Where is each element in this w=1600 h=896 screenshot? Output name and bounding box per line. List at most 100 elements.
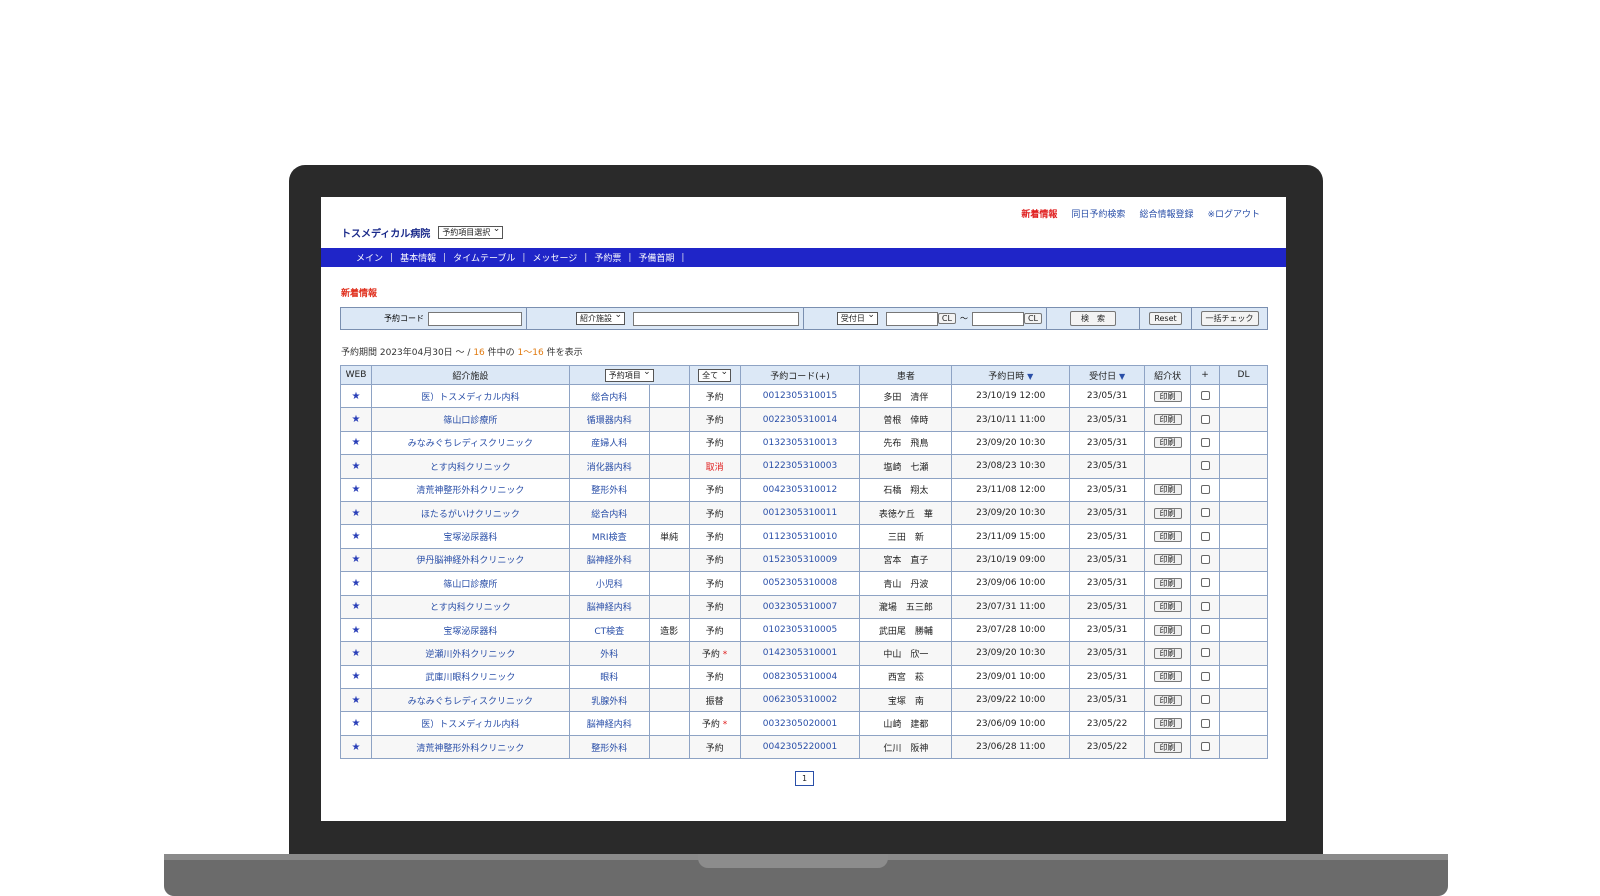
dept-link[interactable]: 外科 (600, 650, 618, 660)
facility-input[interactable] (633, 311, 799, 326)
facility-link[interactable]: 篠山口診療所 (443, 580, 497, 590)
dept-link[interactable]: 循環器内科 (587, 416, 632, 426)
code-link[interactable]: 0042305310012 (763, 485, 837, 495)
code-link[interactable]: 0032305020001 (763, 719, 837, 729)
reset-button[interactable]: Reset (1149, 312, 1182, 325)
row-checkbox[interactable] (1200, 601, 1210, 611)
code-link[interactable]: 0042305220001 (763, 742, 837, 752)
print-button[interactable]: 印刷 (1153, 531, 1182, 543)
print-button[interactable]: 印刷 (1153, 624, 1182, 636)
row-checkbox[interactable] (1200, 414, 1210, 424)
date-to-input[interactable] (971, 311, 1024, 326)
row-checkbox[interactable] (1200, 391, 1210, 401)
code-link[interactable]: 0032305310007 (763, 602, 837, 612)
print-button[interactable]: 印刷 (1153, 694, 1182, 706)
date-type-select[interactable]: 受付日 (836, 310, 878, 325)
facility-link[interactable]: 武庫川眼科クリニック (425, 673, 515, 683)
header-datetime-cell[interactable]: 予約日時 ▼ (951, 365, 1071, 385)
code-link[interactable]: 0082305310004 (763, 672, 837, 682)
print-button[interactable]: 印刷 (1153, 601, 1182, 613)
nav-basic-info[interactable]: 基本情報 (393, 251, 443, 264)
facility-link[interactable]: 逆瀬川外科クリニック (425, 650, 515, 660)
code-link[interactable]: 0132305310013 (763, 438, 837, 448)
nav-spare[interactable]: 予備首期 (631, 251, 681, 264)
nav-main[interactable]: メイン (349, 251, 390, 264)
dept-link[interactable]: 小児科 (596, 580, 623, 590)
dept-link[interactable]: 眼科 (600, 673, 618, 683)
facility-link[interactable]: 清荒神整形外科クリニック (416, 486, 524, 496)
dept-link[interactable]: 整形外科 (591, 486, 627, 496)
print-button[interactable]: 印刷 (1153, 437, 1182, 449)
dept-link[interactable]: 総合内科 (591, 510, 627, 520)
row-checkbox[interactable] (1200, 484, 1210, 494)
print-button[interactable]: 印刷 (1153, 507, 1182, 519)
logout-link[interactable]: ※ログアウト (1207, 207, 1260, 220)
sort-desc-icon[interactable]: ▼ (1119, 372, 1125, 381)
facility-select[interactable]: 紹介施設 (576, 310, 625, 325)
sort-desc-icon[interactable]: ▼ (1027, 372, 1033, 381)
row-checkbox[interactable] (1200, 437, 1210, 447)
header-datetime[interactable]: 予約日時 (988, 372, 1024, 382)
row-checkbox[interactable] (1200, 718, 1210, 728)
row-checkbox[interactable] (1200, 695, 1210, 705)
facility-link[interactable]: 清荒神整形外科クリニック (416, 744, 524, 754)
header-status-select[interactable]: 全て (698, 367, 732, 382)
general-registration-link[interactable]: 総合情報登録 (1139, 207, 1193, 220)
code-input[interactable] (428, 311, 522, 326)
dept-link[interactable]: 総合内科 (591, 393, 627, 403)
row-checkbox[interactable] (1200, 648, 1210, 658)
dept-link[interactable]: 脳神経内科 (587, 603, 632, 613)
facility-link[interactable]: 医）トスメディカル内科 (421, 720, 519, 730)
code-link[interactable]: 0122305310003 (763, 461, 837, 471)
code-link[interactable]: 0062305310002 (763, 695, 837, 705)
header-code[interactable]: 予約コード(+) (739, 365, 861, 385)
dept-link[interactable]: 産婦人科 (591, 439, 627, 449)
code-link[interactable]: 0152305310009 (763, 555, 837, 565)
row-checkbox[interactable] (1200, 578, 1210, 588)
code-link[interactable]: 0052305310008 (763, 578, 837, 588)
header-received-cell[interactable]: 受付日 ▼ (1069, 365, 1146, 385)
dept-link[interactable]: 整形外科 (591, 744, 627, 754)
dept-link[interactable]: 脳神経内科 (587, 720, 632, 730)
header-received[interactable]: 受付日 (1089, 372, 1116, 382)
calendar-to-button[interactable]: CL (1023, 313, 1042, 324)
nav-timetable[interactable]: タイムテーブル (446, 251, 522, 264)
facility-link[interactable]: 宝塚泌尿器科 (443, 533, 497, 543)
news-link[interactable]: 新着情報 (1021, 207, 1057, 220)
same-day-search-link[interactable]: 同日予約検索 (1071, 207, 1125, 220)
facility-link[interactable]: 医）トスメディカル内科 (421, 393, 519, 403)
date-from-input[interactable] (885, 311, 938, 326)
header-item-select[interactable]: 予約項目 (604, 367, 654, 382)
facility-link[interactable]: ほたるがいけクリニック (421, 510, 520, 520)
item-select-dropdown[interactable]: 予約項目選択 (438, 224, 504, 239)
print-button[interactable]: 印刷 (1153, 718, 1182, 730)
code-link[interactable]: 0022305310014 (763, 415, 837, 425)
facility-link[interactable]: 篠山口診療所 (443, 416, 497, 426)
row-checkbox[interactable] (1200, 625, 1210, 635)
dept-link[interactable]: MRI検査 (592, 533, 627, 543)
row-checkbox[interactable] (1200, 554, 1210, 564)
facility-link[interactable]: 宝塚泌尿器科 (443, 627, 497, 637)
print-button[interactable]: 印刷 (1153, 390, 1182, 402)
code-link[interactable]: 0012305310011 (763, 508, 837, 518)
page-1-button[interactable]: 1 (795, 771, 814, 786)
row-checkbox[interactable] (1200, 461, 1210, 471)
row-checkbox[interactable] (1200, 508, 1210, 518)
nav-reservation-slip[interactable]: 予約票 (587, 251, 628, 264)
facility-link[interactable]: とす内科クリニック (430, 603, 511, 613)
row-checkbox[interactable] (1200, 671, 1210, 681)
dept-link[interactable]: 消化器内科 (587, 463, 632, 473)
facility-link[interactable]: とす内科クリニック (430, 463, 511, 473)
dept-link[interactable]: CT検査 (594, 627, 624, 637)
nav-message[interactable]: メッセージ (525, 251, 584, 264)
row-checkbox[interactable] (1200, 742, 1210, 752)
code-link[interactable]: 0102305310005 (763, 625, 837, 635)
print-button[interactable]: 印刷 (1153, 484, 1182, 496)
print-button[interactable]: 印刷 (1153, 414, 1182, 426)
calendar-from-button[interactable]: CL (937, 313, 956, 324)
print-button[interactable]: 印刷 (1153, 577, 1182, 589)
row-checkbox[interactable] (1200, 531, 1210, 541)
facility-link[interactable]: みなみぐちレディスクリニック (408, 697, 533, 707)
print-button[interactable]: 印刷 (1153, 671, 1182, 683)
search-button[interactable]: 検 索 (1070, 311, 1116, 326)
